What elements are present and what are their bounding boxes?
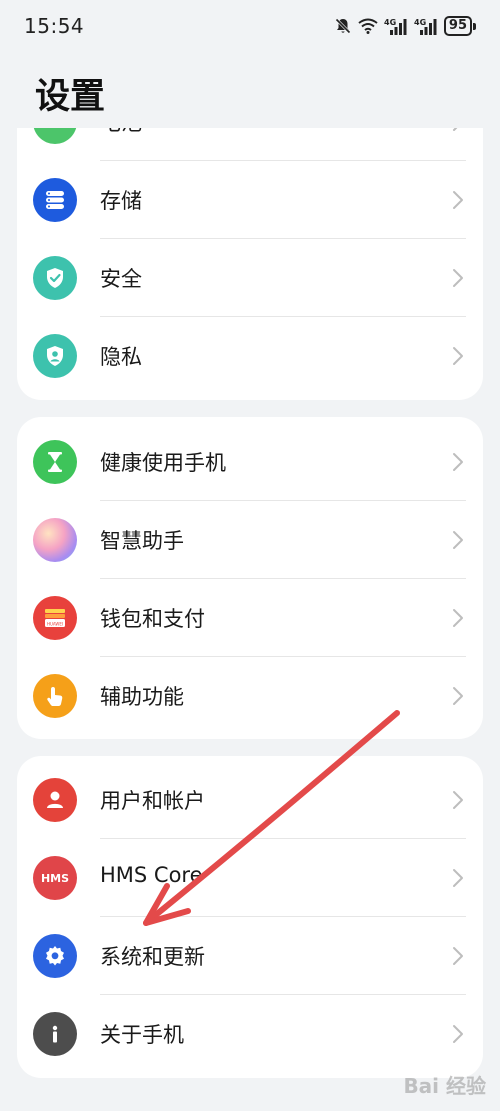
battery-level: 95 [443,16,472,36]
settings-item-privacy[interactable]: 隐私 [17,317,483,395]
chevron-right-icon [453,609,463,627]
settings-item-wallet[interactable]: HUAWEI 钱包和支付 [17,579,483,657]
wallet-icon-text: HUAWEI [47,621,63,626]
signal-1-icon: 4G [384,17,408,35]
settings-item-system-update[interactable]: 系统和更新 [17,917,483,995]
settings-item-accessibility[interactable]: 辅助功能 [17,657,483,735]
shield-check-icon [33,256,77,300]
watermark: Bai 经验 [403,1074,486,1098]
settings-item-smart-assistant[interactable]: 智慧助手 [17,501,483,579]
settings-item-storage[interactable]: 存储 [17,161,483,239]
status-time: 15:54 [24,14,85,38]
network-2-label: 4G [414,18,426,27]
hourglass-icon [33,440,77,484]
settings-item-label: 关于手机 [100,1023,184,1047]
chevron-right-icon [453,947,463,965]
hms-icon-text: HMS [41,872,69,885]
battery-icon [33,128,77,144]
network-1-label: 4G [384,18,396,27]
settings-item-label: HMS Core [100,863,203,887]
chevron-right-icon [453,1025,463,1043]
settings-item-battery[interactable]: 电池 [17,128,483,161]
page-title: 设置 [35,77,106,117]
settings-item-label: 隐私 [100,345,142,369]
assistant-orb-icon [33,518,77,562]
hms-icon: HMS [33,856,77,900]
chevron-right-icon [453,269,463,287]
signal-2-icon: 4G [414,17,438,35]
settings-item-hms-core[interactable]: HMS HMS Core [17,839,483,917]
chevron-right-icon [453,453,463,471]
chevron-right-icon [453,687,463,705]
privacy-icon [33,334,77,378]
mute-bell-icon [334,17,352,35]
chevron-right-icon [453,869,463,887]
wallet-icon: HUAWEI [33,596,77,640]
settings-item-label: 系统和更新 [100,945,205,969]
settings-item-label: 存储 [100,189,142,213]
wifi-icon [358,18,378,34]
settings-item-label: 电池 [100,128,142,137]
storage-icon [33,178,77,222]
settings-item-label: 智慧助手 [100,529,184,553]
settings-item-label: 辅助功能 [100,685,184,709]
settings-item-label: 安全 [100,267,142,291]
settings-item-label: 钱包和支付 [100,607,205,631]
hand-pointer-icon [33,674,77,718]
status-bar: 15:54 4G 4G 95 [0,0,500,54]
settings-item-label: 健康使用手机 [100,451,226,475]
chevron-right-icon [453,347,463,365]
settings-item-users-accounts[interactable]: 用户和帐户 [17,761,483,839]
settings-item-about-phone[interactable]: 关于手机 [17,995,483,1073]
settings-item-security[interactable]: 安全 [17,239,483,317]
battery-indicator: 95 [443,16,476,36]
chevron-right-icon [453,128,458,131]
chevron-right-icon [453,191,463,209]
settings-group-3: 用户和帐户 HMS HMS Core 系统和更新 关于手机 [17,756,483,1078]
settings-group-1: 电池 存储 安全 [17,128,483,400]
settings-item-digital-balance[interactable]: 健康使用手机 [17,423,483,501]
user-icon [33,778,77,822]
chevron-right-icon [453,531,463,549]
gear-icon [33,934,77,978]
settings-item-label: 用户和帐户 [100,789,205,813]
info-icon [33,1012,77,1056]
settings-group-2: 健康使用手机 智慧助手 HUAWEI 钱包和支付 辅助功能 [17,417,483,739]
status-icons: 4G 4G 95 [334,15,476,37]
chevron-right-icon [453,791,463,809]
